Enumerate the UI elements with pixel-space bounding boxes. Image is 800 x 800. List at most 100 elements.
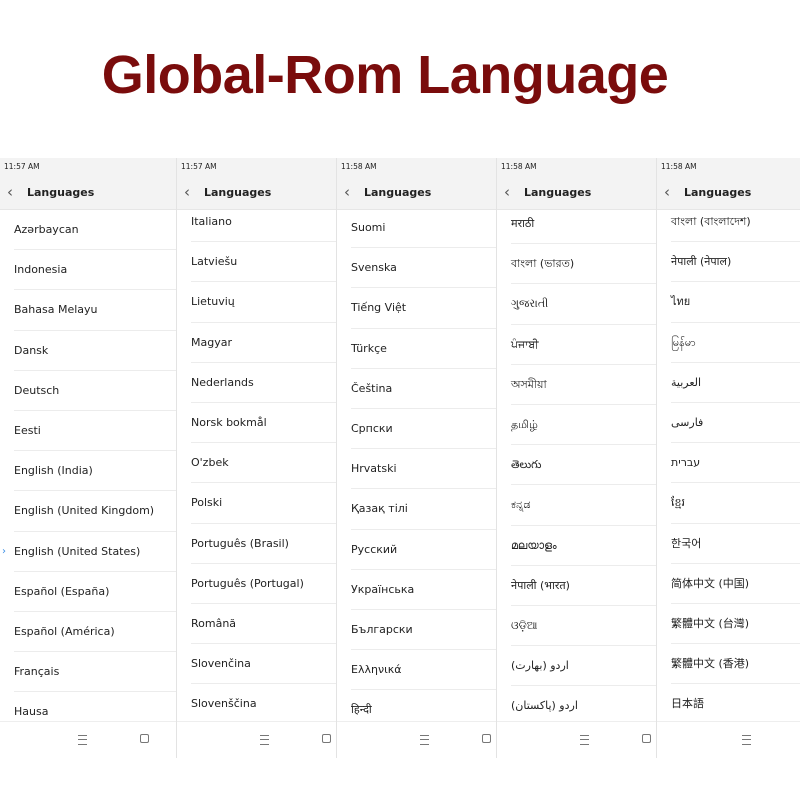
- language-item[interactable]: Português (Brasil): [177, 524, 337, 564]
- language-item[interactable]: Slovenčina: [177, 644, 337, 685]
- language-label: Português (Brasil): [191, 536, 289, 550]
- language-item[interactable]: فارسی: [657, 403, 800, 444]
- menu-icon[interactable]: [742, 735, 751, 745]
- language-item[interactable]: Slovenščina: [177, 684, 337, 725]
- language-label: Slovenščina: [191, 697, 257, 711]
- language-item[interactable]: Norsk bokmål: [177, 403, 337, 444]
- language-label: Français: [14, 665, 60, 679]
- language-label: Nederlands: [191, 375, 254, 389]
- language-item[interactable]: မြန်မာ: [657, 323, 800, 363]
- language-item[interactable]: English (India): [0, 451, 176, 492]
- chevron-left-icon[interactable]: ‹: [344, 184, 358, 200]
- language-item[interactable]: Italiano: [177, 202, 337, 243]
- language-item[interactable]: 简体中文 (中国): [657, 564, 800, 604]
- language-item[interactable]: Bahasa Melayu: [0, 290, 176, 331]
- language-item[interactable]: नेपाली (नेपाल): [657, 242, 800, 283]
- language-item[interactable]: Hrvatski: [337, 449, 497, 490]
- language-item[interactable]: Svenska: [337, 248, 497, 289]
- language-item[interactable]: Čeština: [337, 369, 497, 409]
- language-label: Tiếng Việt: [351, 301, 407, 315]
- square-icon[interactable]: [140, 734, 149, 743]
- language-item[interactable]: Français: [0, 652, 176, 693]
- language-item[interactable]: Ελληνικά: [337, 650, 497, 691]
- language-item[interactable]: Nederlands: [177, 363, 337, 403]
- language-item[interactable]: മലയാളം: [497, 526, 657, 566]
- language-list: বাংলা (বাংলাদেশ) नेपाली (नेपाल) ไทย မြန်မာ ا…: [657, 202, 800, 725]
- language-item[interactable]: Português (Portugal): [177, 564, 337, 604]
- language-item[interactable]: অসমীয়া: [497, 365, 657, 405]
- language-item[interactable]: বাংলা (ভারত): [497, 244, 657, 285]
- language-label: Ελληνικά: [351, 663, 402, 677]
- language-item[interactable]: 繁體中文 (香港): [657, 644, 800, 685]
- language-item[interactable]: العربية: [657, 363, 800, 403]
- language-item[interactable]: 日本語: [657, 684, 800, 725]
- language-item[interactable]: Українська: [337, 570, 497, 610]
- language-item[interactable]: Български: [337, 610, 497, 651]
- chevron-left-icon[interactable]: ‹: [7, 184, 21, 200]
- language-item[interactable]: Dansk: [0, 331, 176, 371]
- language-item[interactable]: עברית: [657, 443, 800, 484]
- language-item[interactable]: 한국어: [657, 524, 800, 564]
- language-item[interactable]: Suomi: [337, 208, 497, 249]
- language-item[interactable]: Română: [177, 604, 337, 645]
- language-list: Italiano Latviešu Lietuvių Magyar Nederlands…: [177, 202, 337, 725]
- chevron-left-icon[interactable]: ‹: [664, 184, 678, 200]
- language-item[interactable]: 繁體中文 (台灣): [657, 604, 800, 645]
- language-item[interactable]: Español (España): [0, 572, 176, 612]
- square-icon[interactable]: [322, 734, 331, 743]
- language-label: Deutsch: [14, 383, 60, 397]
- language-label: Lietuvių: [191, 295, 235, 309]
- chevron-left-icon[interactable]: ‹: [504, 184, 518, 200]
- language-label: English (United Kingdom): [14, 504, 155, 518]
- language-label: Italiano: [191, 215, 232, 228]
- menu-icon[interactable]: [420, 735, 429, 745]
- menu-icon[interactable]: [78, 735, 87, 745]
- language-item[interactable]: Tiếng Việt: [337, 288, 497, 329]
- language-item[interactable]: বাংলা (বাংলাদেশ): [657, 202, 800, 243]
- language-item[interactable]: Polski: [177, 483, 337, 524]
- language-item[interactable]: ଓଡ଼ିଆ: [497, 606, 657, 647]
- language-item[interactable]: తెలుగు: [497, 445, 657, 486]
- square-icon[interactable]: [482, 734, 491, 743]
- language-item[interactable]: › English (United States): [0, 532, 176, 572]
- language-item[interactable]: Deutsch: [0, 371, 176, 411]
- language-item[interactable]: Қазақ тілі: [337, 489, 497, 530]
- language-item[interactable]: Српски: [337, 409, 497, 450]
- language-item[interactable]: Русский: [337, 530, 497, 570]
- language-item[interactable]: Español (América): [0, 612, 176, 653]
- language-label: 日本語: [671, 697, 704, 711]
- language-item[interactable]: ગુજરાતી: [497, 284, 657, 325]
- language-item[interactable]: Indonesia: [0, 250, 176, 291]
- language-item[interactable]: ไทย: [657, 282, 800, 323]
- language-item[interactable]: Azərbaycan: [0, 210, 176, 251]
- language-label: Azərbaycan: [14, 223, 79, 236]
- language-item[interactable]: Magyar: [177, 323, 337, 363]
- language-label: 한국어: [671, 536, 702, 550]
- menu-icon[interactable]: [580, 735, 589, 745]
- language-item[interactable]: मराठी: [497, 204, 657, 245]
- language-item[interactable]: ខ្មែរ: [657, 483, 800, 524]
- language-label: Українська: [351, 582, 415, 596]
- language-item[interactable]: Türkçe: [337, 329, 497, 369]
- language-item[interactable]: नेपाली (भारत): [497, 566, 657, 606]
- language-label: Latviešu: [191, 255, 238, 269]
- square-icon[interactable]: [642, 734, 651, 743]
- language-item[interactable]: ਪੰਜਾਬੀ: [497, 325, 657, 365]
- language-item[interactable]: اردو (بھارت): [497, 646, 657, 687]
- language-label: ਪੰਜਾਬੀ: [511, 337, 539, 351]
- language-item[interactable]: Lietuvių: [177, 282, 337, 323]
- language-item[interactable]: Latviešu: [177, 242, 337, 283]
- language-item[interactable]: Eesti: [0, 411, 176, 452]
- language-item[interactable]: ಕನ್ನಡ: [497, 485, 657, 526]
- language-label: English (United States): [14, 544, 141, 558]
- menu-icon[interactable]: [260, 735, 269, 745]
- languages-header: ‹ Languages: [337, 176, 497, 210]
- status-bar-time: 11:58 AM: [497, 158, 657, 176]
- language-item[interactable]: English (United Kingdom): [0, 491, 176, 532]
- language-item[interactable]: தமிழ்: [497, 405, 657, 446]
- language-label: മലയാളം: [511, 538, 557, 552]
- language-label: اردو (بھارت): [511, 659, 569, 673]
- status-bar-time: 11:57 AM: [177, 158, 337, 176]
- language-item[interactable]: O'zbek: [177, 443, 337, 484]
- chevron-left-icon[interactable]: ‹: [184, 184, 198, 200]
